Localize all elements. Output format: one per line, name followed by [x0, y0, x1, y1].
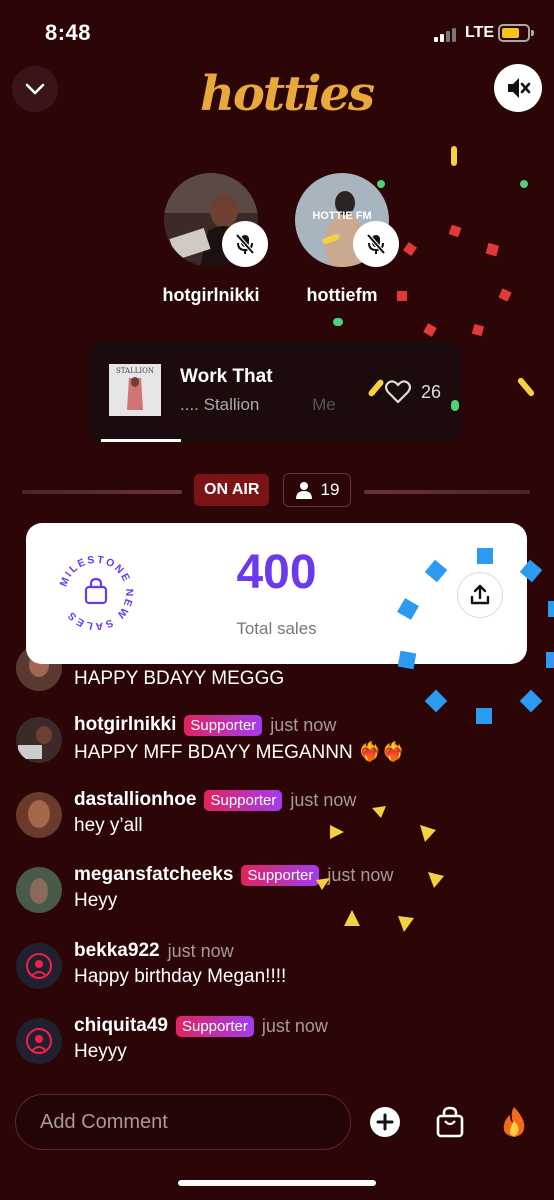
- song-artist-name: .... Stallion: [180, 395, 260, 414]
- add-button[interactable]: [363, 1100, 407, 1144]
- heart-icon: [385, 380, 411, 404]
- mic-muted-icon: [353, 221, 399, 267]
- divider: [22, 490, 182, 494]
- comment-username[interactable]: hotgirlnikki: [74, 714, 176, 736]
- song-progress-bar: [101, 439, 181, 442]
- avatar: [16, 717, 62, 763]
- battery-icon: [498, 24, 534, 42]
- comment-username[interactable]: megansfatcheeks: [74, 864, 233, 886]
- home-indicator: [178, 1180, 376, 1186]
- clock: 8:48: [45, 20, 92, 45]
- comment-text: hey y’all: [74, 815, 143, 836]
- comment-text: HAPPY MFF BDAYY MEGANNN ❤️‍🔥❤️‍🔥: [74, 742, 406, 763]
- avatar: [164, 173, 268, 267]
- share-icon: [470, 584, 490, 605]
- song-artist-overflow: Me: [312, 395, 336, 414]
- avatar: [16, 867, 62, 913]
- status-bar: 8:48 LTE: [0, 0, 554, 64]
- now-playing-card[interactable]: STALLION Work That .... Stallion Me 26: [87, 340, 461, 442]
- avatar: [16, 792, 62, 838]
- share-button[interactable]: [457, 572, 503, 618]
- album-art: STALLION: [109, 364, 161, 416]
- comment-time: just now: [270, 714, 337, 735]
- sales-total-label: Total sales: [236, 619, 317, 638]
- comment-time: just now: [261, 1015, 328, 1036]
- host-name: hotgirlnikki: [162, 285, 260, 305]
- comment-time: just now: [167, 940, 234, 961]
- mute-audio-button[interactable]: [494, 64, 542, 112]
- mic-muted-icon: [222, 221, 268, 267]
- app-logo: hotties: [200, 66, 375, 122]
- comment-time: just now: [327, 864, 394, 885]
- shopping-bag-icon: [436, 1106, 464, 1138]
- comment-username[interactable]: bekka922: [74, 940, 160, 962]
- comment-field[interactable]: [15, 1094, 351, 1150]
- viewer-count-button[interactable]: 19: [283, 473, 351, 507]
- like-count: 26: [421, 381, 442, 402]
- supporter-badge: Supporter: [241, 864, 320, 886]
- album-art-text: STALLION: [116, 367, 154, 375]
- fire-icon: [503, 1107, 525, 1137]
- like-button[interactable]: 26: [385, 380, 441, 404]
- live-status-row: ON AIR 19: [0, 472, 554, 510]
- on-air-badge: ON AIR: [194, 474, 270, 506]
- chevron-down-icon: [25, 83, 45, 95]
- plus-circle-icon: [370, 1107, 400, 1137]
- host-hottiefm[interactable]: HOTTIE FM hottiefm: [277, 173, 407, 306]
- comment-username[interactable]: chiquita49: [74, 1015, 168, 1037]
- milestone-sales-card: MILESTONE NEW SALES 400 Total sales: [26, 523, 527, 664]
- comment-username[interactable]: dastallionhoe: [74, 789, 196, 811]
- song-artist: .... Stallion Me: [180, 395, 336, 415]
- divider: [364, 490, 530, 494]
- supporter-badge: Supporter: [175, 1015, 254, 1037]
- collapse-button[interactable]: [12, 66, 58, 112]
- comment-text: Heyy: [74, 890, 118, 911]
- viewer-count: 19: [320, 480, 340, 499]
- person-icon: [295, 482, 312, 499]
- signal-icon: [434, 26, 462, 42]
- comment-text: Happy birthday Megan!!!!: [74, 966, 287, 987]
- song-title: Work That: [180, 366, 273, 387]
- avatar: HOTTIE FM: [295, 173, 399, 267]
- network-label: LTE: [465, 24, 495, 41]
- speaker-muted-icon: [508, 78, 531, 98]
- host-name: hottiefm: [306, 285, 378, 305]
- comment-composer: [0, 1092, 554, 1152]
- comment-time: just now: [290, 789, 357, 810]
- sales-total-value: 400: [236, 546, 317, 599]
- comment-text: HAPPY BDAYY MEGGG: [74, 668, 285, 689]
- hottie-fm-avatar-text: HOTTIE FM: [312, 210, 371, 222]
- avatar: [16, 943, 62, 989]
- comment-text: Heyyy: [74, 1041, 127, 1062]
- supporter-badge: Supporter: [204, 789, 283, 811]
- supporter-badge: Supporter: [184, 714, 263, 736]
- host-hotgirlnikki[interactable]: hotgirlnikki: [146, 173, 276, 306]
- avatar: [16, 1018, 62, 1064]
- fire-reaction-button[interactable]: [492, 1100, 536, 1144]
- comment-input[interactable]: [16, 1095, 350, 1149]
- shop-button[interactable]: [428, 1100, 472, 1144]
